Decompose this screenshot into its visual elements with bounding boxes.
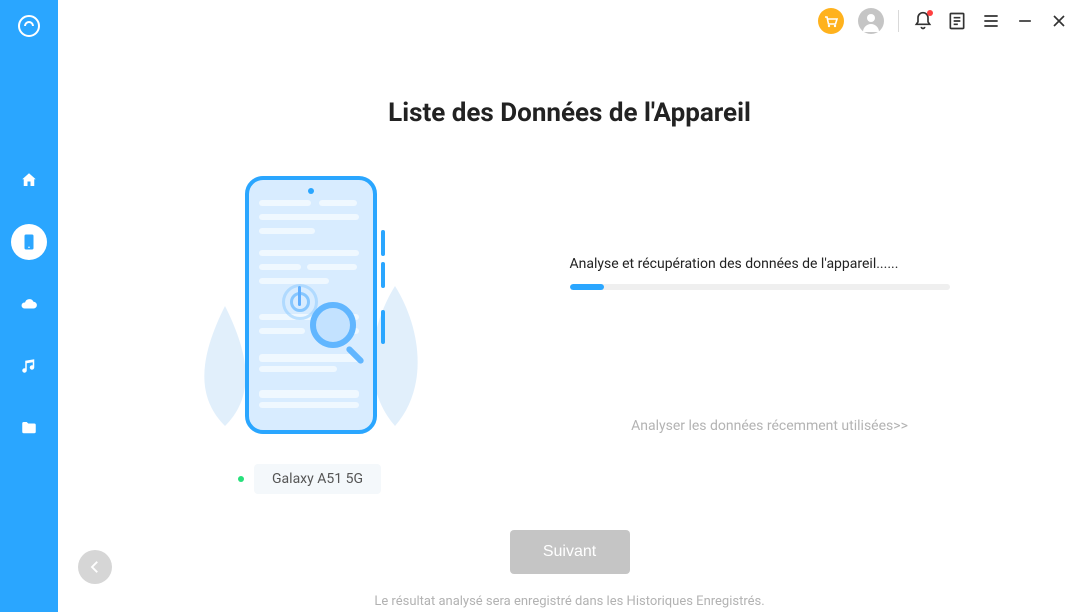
progress-bar [570, 284, 950, 290]
phone-vol-down-icon [381, 262, 385, 288]
progress-fill [570, 284, 604, 290]
nav-device[interactable] [11, 224, 47, 260]
phone-notch [308, 188, 314, 194]
content-row: Galaxy A51 5G Analyse et récupération de… [58, 176, 1081, 494]
sidebar [0, 0, 58, 612]
nav-home[interactable] [11, 162, 47, 198]
status-dot-icon [238, 476, 244, 482]
footer-note: Le résultat analysé sera enregistré dans… [58, 594, 1081, 609]
minimize-icon[interactable] [1015, 11, 1035, 31]
notification-dot [927, 10, 933, 16]
app-logo-icon [17, 14, 41, 42]
status-text: Analyse et récupération des données de l… [570, 256, 970, 272]
next-button[interactable]: Suivant [510, 530, 630, 574]
device-illustration [180, 176, 440, 446]
device-name-label: Galaxy A51 5G [254, 464, 381, 494]
note-icon[interactable] [947, 11, 967, 31]
device-info: Galaxy A51 5G [238, 464, 381, 494]
progress-column: Analyse et récupération des données de l… [570, 176, 970, 434]
cart-icon[interactable] [818, 8, 844, 34]
menu-icon[interactable] [981, 11, 1001, 31]
close-icon[interactable] [1049, 11, 1069, 31]
back-button[interactable] [78, 550, 112, 584]
main-panel: Liste des Données de l'Appareil [58, 50, 1081, 612]
window-titlebar [818, 8, 1069, 34]
phone-vol-up-icon [381, 230, 385, 256]
magnifier-icon [310, 302, 356, 348]
nav-music[interactable] [11, 348, 47, 384]
analyze-recent-link[interactable]: Analyser les données récemment utilisées… [570, 418, 970, 434]
nav-folder[interactable] [11, 410, 47, 446]
titlebar-divider [898, 10, 899, 32]
user-icon[interactable] [858, 8, 884, 34]
nav-cloud[interactable] [11, 286, 47, 322]
bell-icon[interactable] [913, 11, 933, 31]
phone-power-icon [381, 310, 385, 344]
device-block: Galaxy A51 5G [170, 176, 450, 494]
page-title: Liste des Données de l'Appareil [58, 98, 1081, 128]
